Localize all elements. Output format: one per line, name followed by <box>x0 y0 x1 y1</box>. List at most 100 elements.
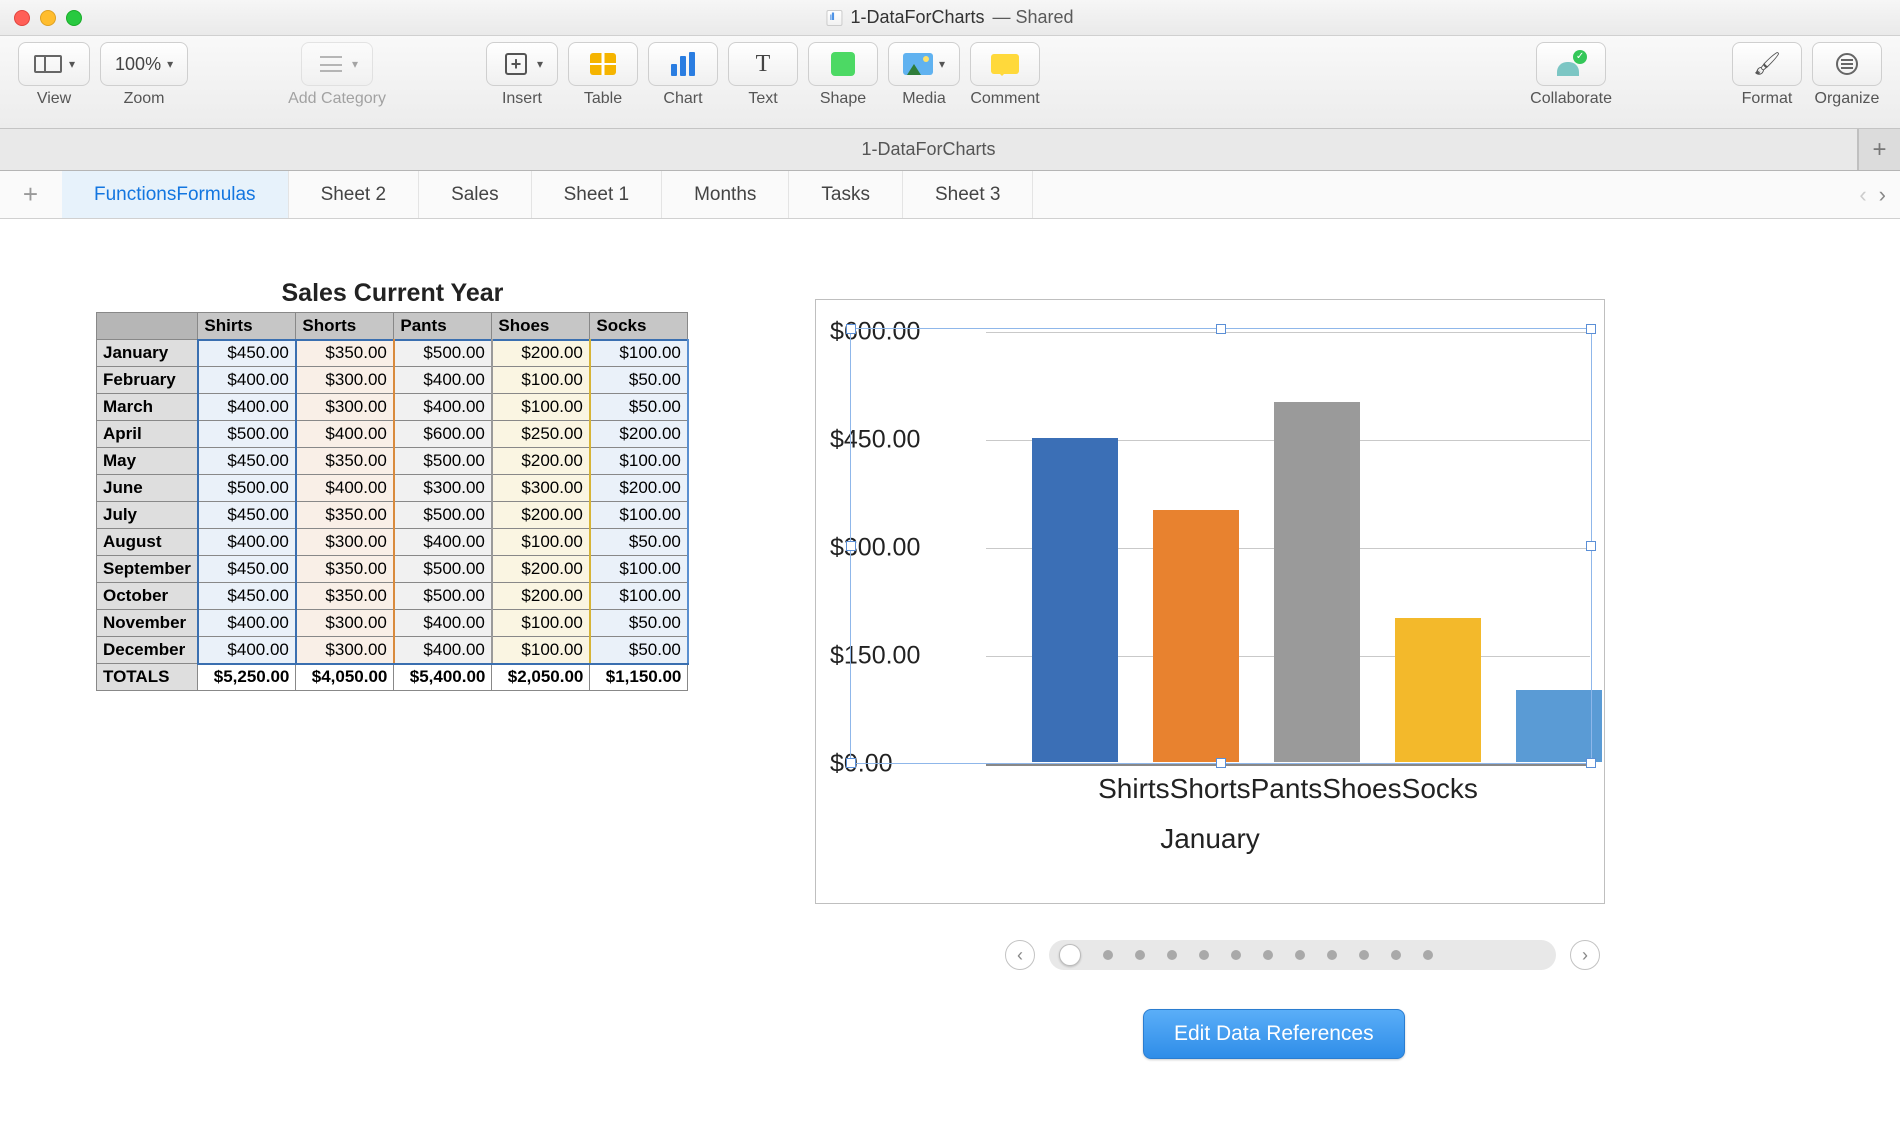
table-cell[interactable]: $300.00 <box>492 475 590 502</box>
totals-cell[interactable]: $4,050.00 <box>296 664 394 691</box>
table-cell[interactable]: $50.00 <box>590 610 688 637</box>
table-cell[interactable]: $200.00 <box>590 475 688 502</box>
totals-cell[interactable]: $1,150.00 <box>590 664 688 691</box>
minimize-window-button[interactable] <box>40 10 56 26</box>
table-cell[interactable]: $450.00 <box>198 556 296 583</box>
table-row[interactable]: June$500.00$400.00$300.00$300.00$200.00 <box>97 475 688 502</box>
table-cell[interactable]: $350.00 <box>296 583 394 610</box>
table-cell[interactable]: $50.00 <box>590 367 688 394</box>
stepper-dot[interactable] <box>1199 950 1209 960</box>
sheet-tab[interactable]: Sheet 1 <box>532 171 663 218</box>
sales-table-object[interactable]: Sales Current Year ShirtsShortsPantsShoe… <box>96 279 689 691</box>
table-cell[interactable]: $100.00 <box>590 448 688 475</box>
table-cell[interactable]: $400.00 <box>394 394 492 421</box>
row-header[interactable]: April <box>97 421 198 448</box>
table-cell[interactable]: $300.00 <box>394 475 492 502</box>
resize-handle-ml[interactable] <box>846 541 856 551</box>
comment-button[interactable] <box>970 42 1040 86</box>
table-row[interactable]: August$400.00$300.00$400.00$100.00$50.00 <box>97 529 688 556</box>
table-cell[interactable]: $400.00 <box>198 529 296 556</box>
table-cell[interactable]: $400.00 <box>394 529 492 556</box>
table-cell[interactable]: $100.00 <box>492 394 590 421</box>
column-header[interactable]: Shorts <box>296 313 394 340</box>
add-document-tab-button[interactable]: + <box>1858 129 1900 170</box>
close-window-button[interactable] <box>14 10 30 26</box>
table-cell[interactable]: $100.00 <box>492 367 590 394</box>
table-cell[interactable]: $300.00 <box>296 367 394 394</box>
stepper-prev-button[interactable]: ‹ <box>1005 940 1035 970</box>
table-cell[interactable]: $400.00 <box>296 421 394 448</box>
sheet-tab[interactable]: FunctionsFormulas <box>62 171 289 218</box>
stepper-track[interactable] <box>1049 940 1556 970</box>
resize-handle-tm[interactable] <box>1216 324 1226 334</box>
column-header[interactable]: Pants <box>394 313 492 340</box>
table-cell[interactable]: $400.00 <box>198 367 296 394</box>
table-cell[interactable]: $200.00 <box>590 421 688 448</box>
table-cell[interactable]: $400.00 <box>394 610 492 637</box>
spreadsheet-canvas[interactable]: Sales Current Year ShirtsShortsPantsShoe… <box>0 219 1900 1127</box>
sheet-nav-next[interactable]: › <box>1879 182 1886 208</box>
row-header[interactable]: January <box>97 340 198 367</box>
sheet-tab[interactable]: Tasks <box>789 171 903 218</box>
table-cell[interactable]: $300.00 <box>296 610 394 637</box>
table-row[interactable]: October$450.00$350.00$500.00$200.00$100.… <box>97 583 688 610</box>
add-sheet-button[interactable]: + <box>0 171 62 218</box>
resize-handle-bl[interactable] <box>846 758 856 768</box>
resize-handle-tr[interactable] <box>1586 324 1596 334</box>
table-cell[interactable]: $400.00 <box>198 394 296 421</box>
zoom-button[interactable]: 100%▾ <box>100 42 188 86</box>
row-header[interactable]: September <box>97 556 198 583</box>
table-cell[interactable]: $500.00 <box>394 502 492 529</box>
row-header[interactable]: November <box>97 610 198 637</box>
table-cell[interactable]: $100.00 <box>492 637 590 664</box>
collaborate-button[interactable] <box>1536 42 1606 86</box>
chart-object[interactable]: $600.00$450.00$300.00$150.00$0.00ShirtsS… <box>815 299 1605 904</box>
table-row[interactable]: May$450.00$350.00$500.00$200.00$100.00 <box>97 448 688 475</box>
fullscreen-window-button[interactable] <box>66 10 82 26</box>
table-row[interactable]: April$500.00$400.00$600.00$250.00$200.00 <box>97 421 688 448</box>
table-cell[interactable]: $350.00 <box>296 448 394 475</box>
totals-cell[interactable]: $5,400.00 <box>394 664 492 691</box>
table-cell[interactable]: $500.00 <box>198 475 296 502</box>
row-header[interactable]: October <box>97 583 198 610</box>
table-cell[interactable]: $250.00 <box>492 421 590 448</box>
table-row[interactable]: February$400.00$300.00$400.00$100.00$50.… <box>97 367 688 394</box>
table-corner-cell[interactable] <box>97 313 198 340</box>
table-cell[interactable]: $450.00 <box>198 340 296 367</box>
table-cell[interactable]: $500.00 <box>394 340 492 367</box>
table-cell[interactable]: $450.00 <box>198 583 296 610</box>
table-cell[interactable]: $50.00 <box>590 637 688 664</box>
table-cell[interactable]: $200.00 <box>492 502 590 529</box>
table-cell[interactable]: $100.00 <box>590 583 688 610</box>
resize-handle-mr[interactable] <box>1586 541 1596 551</box>
table-cell[interactable]: $100.00 <box>492 610 590 637</box>
edit-data-references-button[interactable]: Edit Data References <box>1143 1009 1405 1059</box>
resize-handle-br[interactable] <box>1586 758 1596 768</box>
table-cell[interactable]: $200.00 <box>492 340 590 367</box>
row-header[interactable]: February <box>97 367 198 394</box>
table-cell[interactable]: $500.00 <box>394 583 492 610</box>
stepper-dot[interactable] <box>1103 950 1113 960</box>
table-cell[interactable]: $100.00 <box>492 529 590 556</box>
table-cell[interactable]: $300.00 <box>296 529 394 556</box>
table-row[interactable]: July$450.00$350.00$500.00$200.00$100.00 <box>97 502 688 529</box>
sales-table[interactable]: ShirtsShortsPantsShoesSocks January$450.… <box>96 312 689 691</box>
table-cell[interactable]: $400.00 <box>198 610 296 637</box>
table-cell[interactable]: $350.00 <box>296 556 394 583</box>
row-header[interactable]: May <box>97 448 198 475</box>
column-header[interactable]: Shoes <box>492 313 590 340</box>
table-cell[interactable]: $400.00 <box>394 637 492 664</box>
stepper-dot[interactable] <box>1391 950 1401 960</box>
table-button[interactable] <box>568 42 638 86</box>
sheet-tab[interactable]: Sheet 2 <box>289 171 420 218</box>
stepper-dot[interactable] <box>1359 950 1369 960</box>
sheet-tab[interactable]: Months <box>662 171 789 218</box>
format-button[interactable]: 🖌 <box>1732 42 1802 86</box>
chart-button[interactable] <box>648 42 718 86</box>
row-header[interactable]: July <box>97 502 198 529</box>
column-header[interactable]: Shirts <box>198 313 296 340</box>
table-cell[interactable]: $100.00 <box>590 502 688 529</box>
table-cell[interactable]: $600.00 <box>394 421 492 448</box>
table-cell[interactable]: $450.00 <box>198 502 296 529</box>
stepper-dot[interactable] <box>1135 950 1145 960</box>
